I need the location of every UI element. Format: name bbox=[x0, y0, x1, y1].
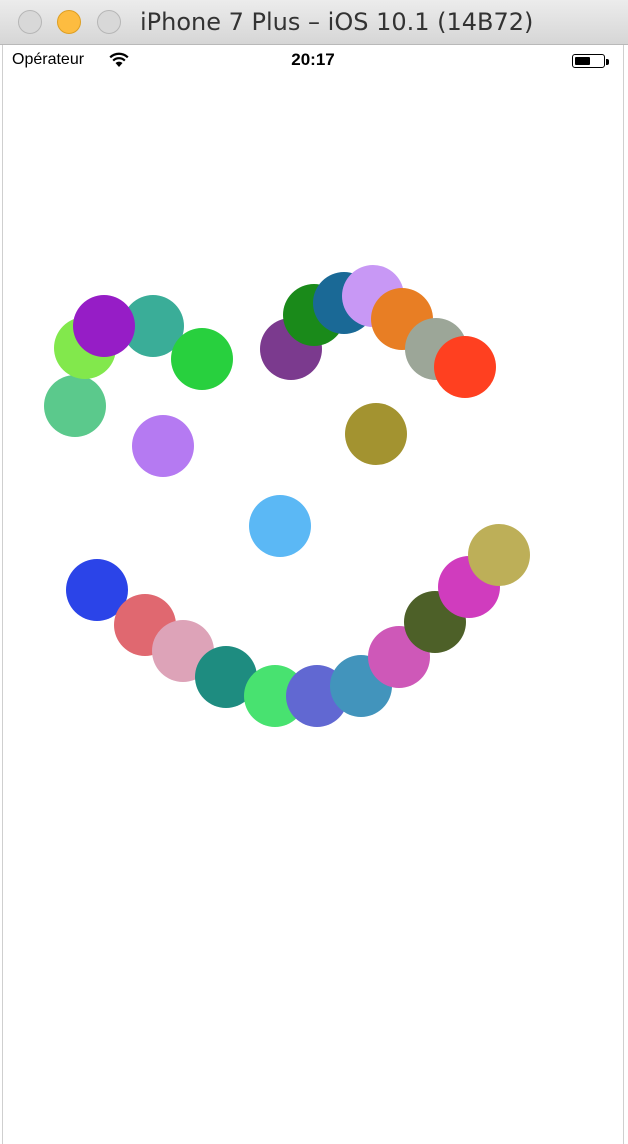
colored-dot[interactable] bbox=[249, 495, 311, 557]
window-title: iPhone 7 Plus – iOS 10.1 (14B72) bbox=[140, 8, 534, 36]
battery-tip-icon bbox=[606, 59, 609, 65]
battery-level bbox=[574, 56, 590, 65]
colored-dot[interactable] bbox=[44, 375, 106, 437]
simulator-screen[interactable]: Opérateur 20:17 bbox=[2, 45, 624, 1144]
colored-dot[interactable] bbox=[73, 295, 135, 357]
colored-dot[interactable] bbox=[468, 524, 530, 586]
minimize-window-button[interactable] bbox=[57, 10, 81, 34]
ios-status-bar: Opérateur 20:17 bbox=[3, 45, 623, 77]
simulator-title-bar: iPhone 7 Plus – iOS 10.1 (14B72) bbox=[0, 0, 628, 45]
colored-dot[interactable] bbox=[434, 336, 496, 398]
close-window-button[interactable] bbox=[18, 10, 42, 34]
zoom-window-button[interactable] bbox=[97, 10, 121, 34]
status-time: 20:17 bbox=[291, 50, 335, 69]
colored-dot[interactable] bbox=[132, 415, 194, 477]
battery-icon bbox=[572, 54, 605, 68]
colored-dot[interactable] bbox=[345, 403, 407, 465]
colored-dot[interactable] bbox=[171, 328, 233, 390]
